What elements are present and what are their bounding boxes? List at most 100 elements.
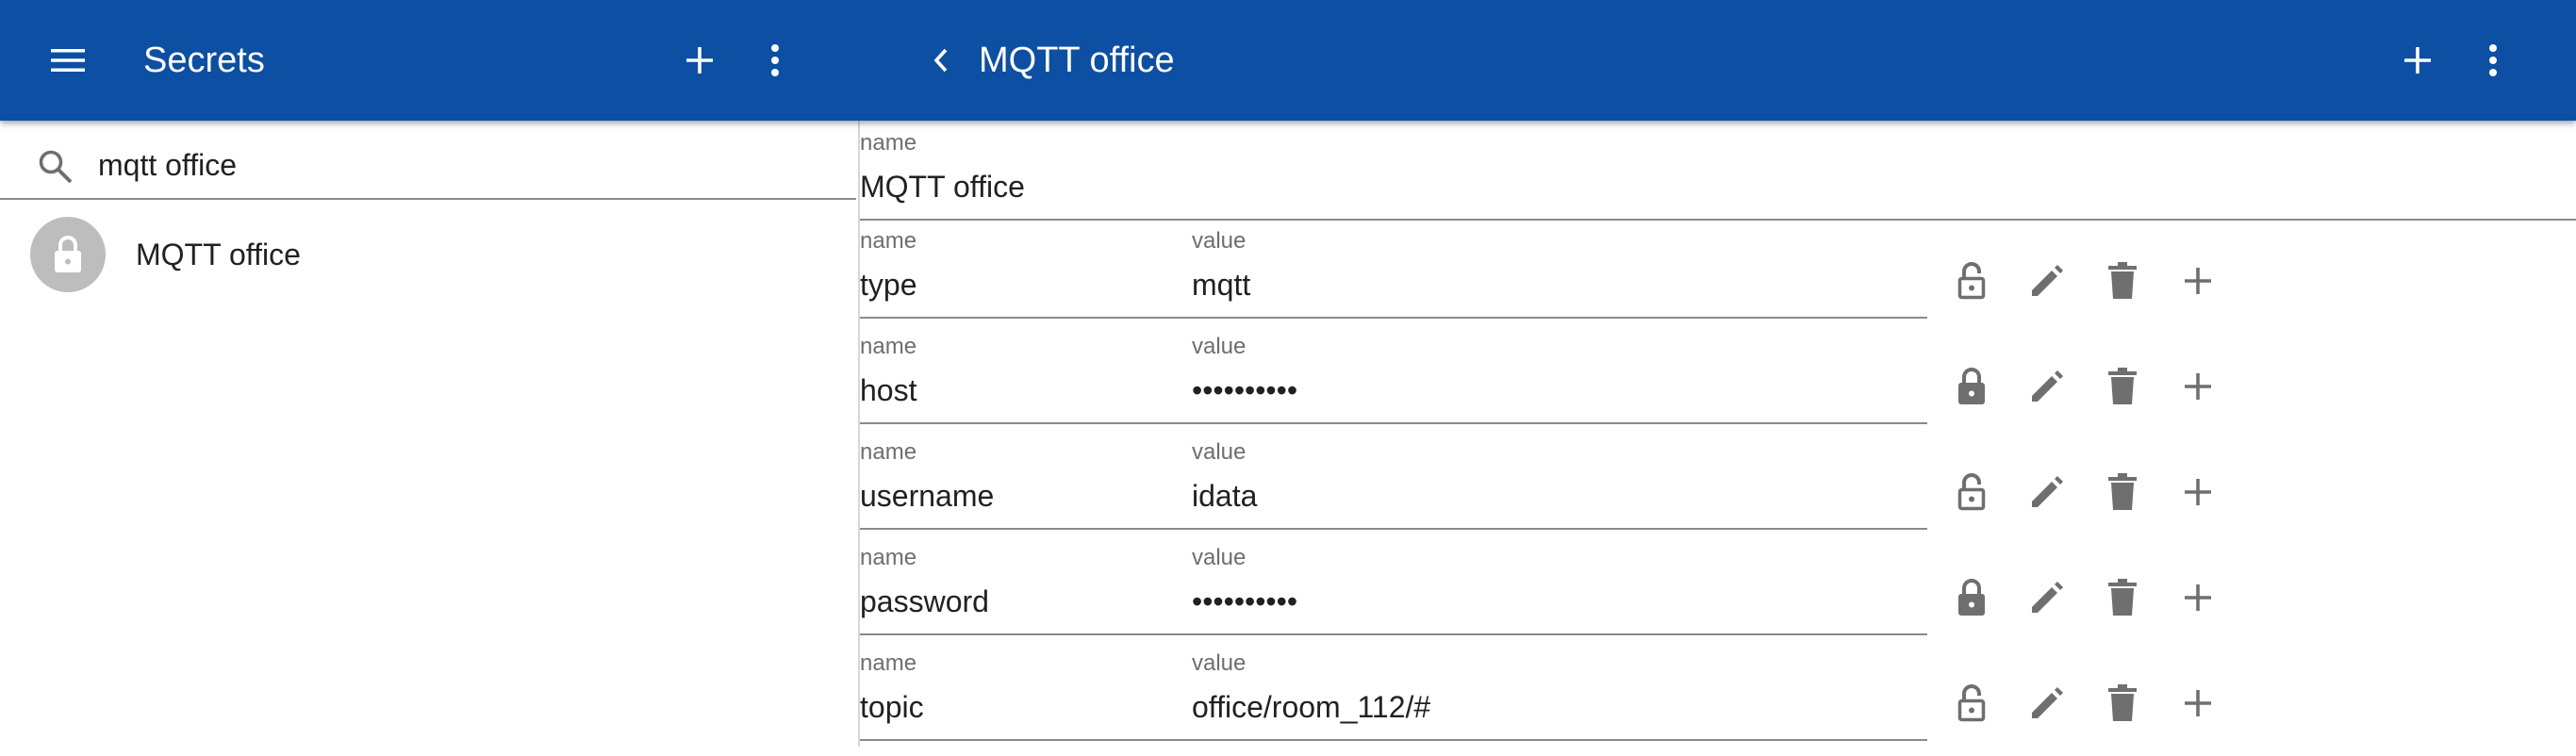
field-underline (1192, 739, 1927, 741)
toggle-lock-button[interactable] (1944, 676, 1999, 731)
field-value-label: value (1192, 439, 1247, 465)
field-value-value: •••••••••• (1192, 584, 1298, 618)
field-row-topic: name topic value office/room_112/# (860, 650, 2576, 756)
lock-icon (55, 236, 81, 272)
field-name-input[interactable]: name topic (860, 650, 1192, 741)
field-underline (1192, 633, 1927, 635)
delete-field-button[interactable] (2095, 465, 2150, 519)
menu-icon[interactable] (38, 30, 98, 90)
field-name-input[interactable]: name password (860, 545, 1192, 635)
search-icon (38, 149, 74, 185)
right-more-button[interactable] (2463, 30, 2523, 90)
pencil-icon (2029, 685, 2065, 721)
delete-field-button[interactable] (2095, 359, 2150, 414)
detail-title: MQTT office (979, 41, 1175, 80)
edit-field-button[interactable] (2020, 359, 2074, 414)
field-underline (860, 422, 1192, 424)
lock-icon (1957, 368, 1986, 405)
field-value-value: idata (1192, 479, 1258, 513)
field-value-value: mqtt (1192, 268, 1251, 302)
field-name-input[interactable]: name username (860, 439, 1192, 530)
add-after-button[interactable] (2171, 254, 2225, 308)
field-underline (1192, 422, 1927, 424)
secret-name-value: MQTT office (860, 170, 1025, 204)
secret-list-item-label: MQTT office (136, 238, 301, 271)
add-field-button[interactable] (2387, 30, 2448, 90)
field-value-input[interactable]: value mqtt (1192, 228, 1927, 319)
field-value-label: value (1192, 228, 1247, 254)
avatar (30, 217, 106, 292)
lock-open-icon (1957, 262, 1986, 300)
pencil-icon (2029, 474, 2065, 510)
search-input[interactable] (98, 143, 815, 187)
toggle-lock-button[interactable] (1944, 465, 1999, 519)
field-value-label: value (1192, 545, 1247, 570)
field-row-username: name username value idata (860, 439, 2576, 545)
trash-icon (2108, 579, 2137, 616)
lock-open-icon (1957, 684, 1986, 722)
trash-icon (2108, 473, 2137, 511)
chevron-left-icon (933, 48, 948, 73)
toggle-lock-button[interactable] (1944, 359, 1999, 414)
plus-icon (2183, 266, 2213, 296)
field-name-value: topic (860, 690, 924, 724)
left-more-button[interactable] (745, 30, 805, 90)
field-row-host: name host value •••••••••• (860, 334, 2576, 439)
delete-field-button[interactable] (2095, 676, 2150, 731)
secret-list-item[interactable]: MQTT office (0, 213, 856, 296)
delete-field-button[interactable] (2095, 254, 2150, 308)
field-underline (1192, 317, 1927, 319)
field-value-value: •••••••••• (1192, 373, 1298, 407)
add-after-button[interactable] (2171, 570, 2225, 625)
toggle-lock-button[interactable] (1944, 254, 1999, 308)
lock-icon (1957, 579, 1986, 616)
field-underline (860, 219, 2576, 221)
field-name-value: type (860, 268, 917, 302)
toggle-lock-button[interactable] (1944, 570, 1999, 625)
field-name-value: username (860, 479, 995, 513)
plus-icon (2404, 47, 2431, 74)
field-name-value: password (860, 584, 989, 618)
field-value-input[interactable]: value office/room_112/# (1192, 650, 1927, 741)
field-row-password: name password value •••••••••• (860, 545, 2576, 650)
field-value-label: value (1192, 334, 1247, 359)
plus-icon (2183, 583, 2213, 613)
field-name-input[interactable]: name type (860, 228, 1192, 319)
back-button[interactable] (911, 30, 971, 90)
search-bar (0, 121, 856, 200)
edit-field-button[interactable] (2020, 676, 2074, 731)
add-after-button[interactable] (2171, 676, 2225, 731)
more-vertical-icon (2489, 44, 2497, 76)
field-underline (860, 317, 1192, 319)
pencil-icon (2029, 580, 2065, 616)
edit-field-button[interactable] (2020, 570, 2074, 625)
field-value-label: value (1192, 650, 1247, 676)
field-name-label: name (860, 439, 917, 465)
field-value-input[interactable]: value idata (1192, 439, 1927, 530)
field-underline (860, 528, 1192, 530)
delete-field-button[interactable] (2095, 570, 2150, 625)
field-underline (860, 739, 1192, 741)
more-vertical-icon (771, 44, 779, 76)
field-underline (860, 633, 1192, 635)
field-name-label: name (860, 545, 917, 570)
left-title: Secrets (143, 41, 265, 80)
field-name-input[interactable]: name host (860, 334, 1192, 424)
add-after-button[interactable] (2171, 465, 2225, 519)
add-after-button[interactable] (2171, 359, 2225, 414)
secret-name-field[interactable]: name MQTT office (860, 130, 2576, 221)
field-value-input[interactable]: value •••••••••• (1192, 334, 1927, 424)
plus-icon (2183, 477, 2213, 507)
field-name-label: name (860, 650, 917, 676)
lock-open-icon (1957, 473, 1986, 511)
trash-icon (2108, 684, 2137, 722)
plus-icon (686, 47, 713, 74)
field-underline (1192, 528, 1927, 530)
field-value-input[interactable]: value •••••••••• (1192, 545, 1927, 635)
field-name-label: name (860, 334, 917, 359)
edit-field-button[interactable] (2020, 465, 2074, 519)
secret-name-label: name (860, 130, 917, 156)
edit-field-button[interactable] (2020, 254, 2074, 308)
app-bar: Secrets MQTT office (0, 0, 2576, 121)
add-secret-button[interactable] (669, 30, 730, 90)
